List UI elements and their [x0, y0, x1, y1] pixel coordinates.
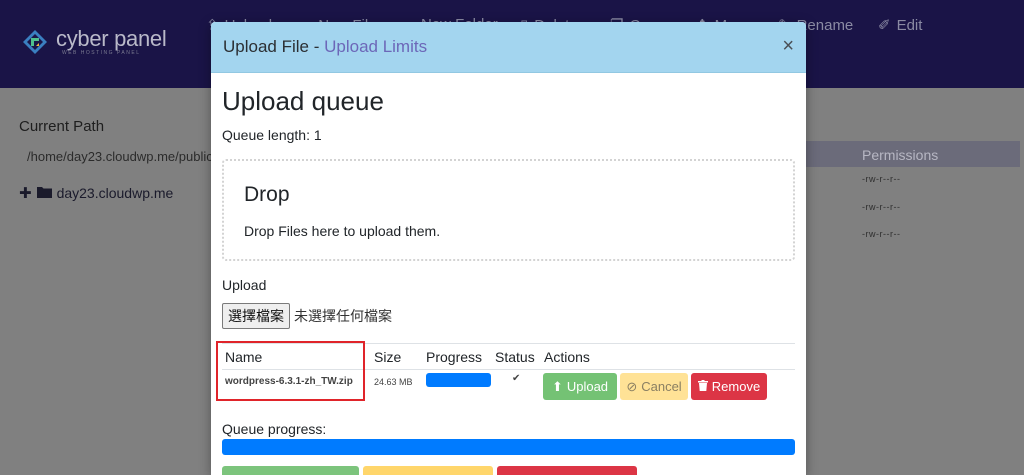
column-status: Status: [495, 349, 535, 365]
upload-label: Upload: [222, 277, 267, 293]
upload-icon: ⬆: [551, 378, 563, 394]
toolbar-edit[interactable]: ✐ Edit: [878, 16, 922, 35]
no-file-chosen: 未選擇任何檔案: [294, 309, 392, 325]
trash-icon: [697, 379, 708, 394]
drop-zone[interactable]: Drop Drop Files here to upload them.: [222, 159, 795, 261]
edit-icon: ✐: [878, 17, 891, 34]
plus-icon[interactable]: ✚: [19, 184, 32, 202]
logo[interactable]: cyber panel WEB HOSTING PANEL: [22, 26, 167, 56]
name-highlight-box: [216, 341, 365, 401]
checkmark-icon: ✔: [512, 373, 521, 384]
upload-all-button[interactable]: [222, 466, 359, 475]
queued-file-name: wordpress-6.3.1-zh_TW.zip: [225, 376, 353, 387]
logo-subtitle: WEB HOSTING PANEL: [62, 50, 141, 56]
tree-root-item[interactable]: ✚ day23.cloudwp.me: [19, 184, 173, 202]
ban-icon: ⊘: [626, 378, 638, 394]
cancel-button[interactable]: ⊘ Cancel: [620, 373, 688, 400]
queue-progress-label: Queue progress:: [222, 421, 327, 437]
logo-name: cyber panel: [56, 26, 167, 51]
tree-root-label: day23.cloudwp.me: [56, 185, 174, 201]
current-path-value: /home/day23.cloudwp.me/public_html: [27, 149, 217, 164]
permission-cell: -rw-r--r--: [862, 174, 901, 184]
modal-title: Upload File - Upload Limits: [223, 37, 428, 56]
drop-text: Drop Files here to upload them.: [244, 223, 441, 239]
permission-cell: -rw-r--r--: [862, 202, 901, 212]
queue-progress-bar: [222, 439, 795, 455]
queued-file-size: 24.63 MB: [374, 377, 413, 387]
permissions-header: Permissions: [862, 147, 939, 163]
folder-icon: [36, 185, 52, 201]
column-actions: Actions: [544, 349, 590, 365]
upload-queue-heading: Upload queue: [222, 86, 384, 116]
remove-all-button[interactable]: [497, 466, 637, 475]
upload-limits-link[interactable]: Upload Limits: [324, 37, 427, 56]
column-size: Size: [374, 349, 402, 365]
file-progress-bar: [426, 373, 491, 387]
choose-file-button[interactable]: 選擇檔案: [222, 303, 290, 329]
file-input[interactable]: 選擇檔案 未選擇任何檔案: [222, 303, 392, 329]
remove-button[interactable]: Remove: [691, 373, 767, 400]
permission-cell: -rw-r--r--: [862, 229, 901, 239]
close-icon[interactable]: ×: [782, 36, 794, 56]
cyberpanel-logo-icon: [22, 29, 48, 55]
queue-length: Queue length: 1: [222, 127, 322, 143]
current-path-label: Current Path: [19, 118, 105, 135]
cancel-all-button[interactable]: [363, 466, 493, 475]
modal-header: Upload File - Upload Limits ×: [211, 22, 806, 73]
upload-file-modal: Upload File - Upload Limits × Upload que…: [211, 22, 806, 475]
drop-title: Drop: [244, 183, 290, 206]
column-progress: Progress: [426, 349, 483, 365]
upload-button[interactable]: ⬆ Upload: [543, 373, 617, 400]
